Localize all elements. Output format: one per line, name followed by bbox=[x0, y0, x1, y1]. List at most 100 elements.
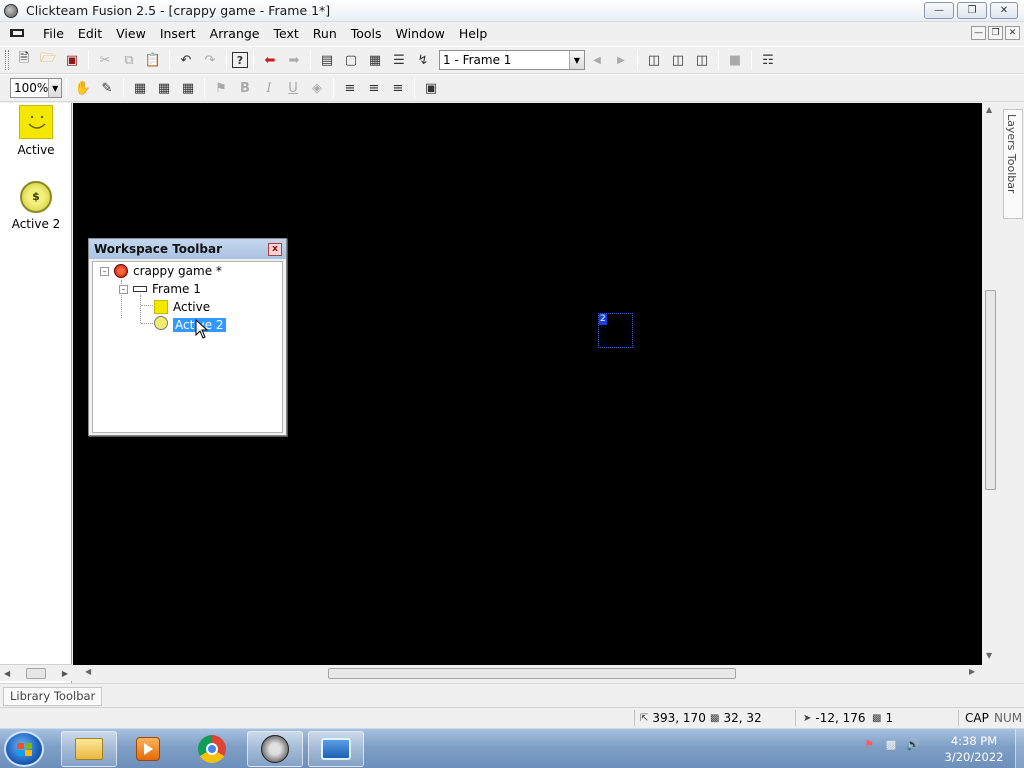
taskbar-file-explorer[interactable] bbox=[61, 731, 117, 767]
layers-toolbar-tab[interactable]: Layers Toolbar bbox=[1003, 109, 1023, 219]
library-toolbar: Library Toolbar bbox=[0, 683, 1024, 707]
storyboard-editor-icon[interactable]: ▤ bbox=[316, 49, 338, 71]
save-icon[interactable]: ▣ bbox=[61, 49, 83, 71]
frame-editor-icon[interactable]: ▢ bbox=[340, 49, 362, 71]
fusion-app-icon[interactable] bbox=[4, 3, 18, 18]
scroll-thumb[interactable] bbox=[328, 668, 736, 679]
undo-icon[interactable]: ↶ bbox=[175, 49, 197, 71]
minimize-button[interactable]: — bbox=[924, 2, 954, 19]
align-tool-icon[interactable]: ✎ bbox=[96, 77, 118, 99]
event-list-editor-icon[interactable]: ☰ bbox=[388, 49, 410, 71]
stop-icon[interactable]: ■ bbox=[724, 49, 746, 71]
scroll-down-icon[interactable]: ▼ bbox=[986, 651, 992, 660]
close-button[interactable]: ✕ bbox=[990, 2, 1018, 19]
italic-button[interactable]: I bbox=[258, 77, 280, 99]
object-active-2[interactable]: $ Active 2 bbox=[0, 181, 72, 231]
taskbar-media-player[interactable] bbox=[120, 731, 176, 767]
event-editor-icon[interactable]: ▦ bbox=[364, 49, 386, 71]
snap-to-grid-icon[interactable]: ▦ bbox=[129, 77, 151, 99]
new-icon[interactable]: 🗎 bbox=[13, 49, 35, 71]
document-close-button[interactable]: ✕ bbox=[1005, 26, 1020, 40]
underline-button[interactable]: U bbox=[282, 77, 304, 99]
build-icon[interactable]: ☶ bbox=[757, 49, 779, 71]
show-desktop-button[interactable] bbox=[1015, 729, 1024, 768]
network-icon[interactable]: ▩ bbox=[884, 737, 898, 751]
taskbar-chrome[interactable] bbox=[184, 731, 240, 767]
chevron-down-icon[interactable]: ▼ bbox=[569, 51, 584, 69]
scroll-thumb[interactable] bbox=[985, 290, 996, 490]
run-project-icon[interactable]: ◫ bbox=[691, 49, 713, 71]
object-active[interactable]: Active bbox=[0, 105, 72, 157]
tree-item-frame[interactable]: – Frame 1 bbox=[119, 280, 201, 298]
collapse-icon[interactable]: – bbox=[119, 284, 128, 294]
document-system-icon[interactable] bbox=[10, 29, 24, 37]
scroll-right-icon[interactable]: ▶ bbox=[969, 667, 975, 676]
scroll-right-icon[interactable]: ▶ bbox=[62, 669, 68, 678]
hand-icon[interactable]: ✋ bbox=[72, 77, 94, 99]
help-icon[interactable]: ? bbox=[232, 52, 248, 68]
workspace-title-bar[interactable]: Workspace Toolbar x bbox=[89, 239, 286, 259]
data-elements-icon[interactable]: ↯ bbox=[412, 49, 434, 71]
grid-setup-icon[interactable]: ▦ bbox=[177, 77, 199, 99]
menu-window[interactable]: Window bbox=[389, 26, 452, 41]
close-icon[interactable]: x bbox=[268, 242, 282, 256]
open-folder-icon[interactable]: 🗁 bbox=[37, 49, 59, 71]
redo-icon[interactable]: ↷ bbox=[199, 49, 221, 71]
scroll-up-icon[interactable]: ▲ bbox=[986, 105, 992, 114]
taskbar-window-app[interactable] bbox=[308, 731, 364, 767]
zoom-selector[interactable]: 100% ▼ bbox=[10, 78, 62, 98]
menu-insert[interactable]: Insert bbox=[153, 26, 203, 41]
paste-icon[interactable]: 📋 bbox=[142, 49, 164, 71]
scroll-left-icon[interactable]: ◀ bbox=[4, 669, 10, 678]
run-frame-icon[interactable]: ◫ bbox=[643, 49, 665, 71]
document-minimize-button[interactable]: — bbox=[971, 26, 986, 40]
menu-text[interactable]: Text bbox=[267, 26, 306, 41]
collapse-icon[interactable]: – bbox=[100, 266, 109, 276]
fit-frame-icon[interactable]: ▣ bbox=[420, 77, 442, 99]
maximize-button[interactable]: ❐ bbox=[957, 2, 987, 19]
tree-item-active-2[interactable]: Active 2 bbox=[154, 316, 226, 334]
text-font-icon[interactable]: ⚑ bbox=[210, 77, 232, 99]
bold-button[interactable]: B bbox=[234, 77, 256, 99]
align-left-icon[interactable]: ≡ bbox=[339, 77, 361, 99]
forward-arrow-icon[interactable]: ➡ bbox=[283, 49, 305, 71]
scroll-left-icon[interactable]: ◀ bbox=[85, 667, 91, 676]
chevron-down-icon[interactable]: ▼ bbox=[48, 79, 61, 97]
selected-object-placeholder[interactable]: 2 bbox=[598, 313, 633, 348]
library-toolbar-tab[interactable]: Library Toolbar bbox=[3, 687, 103, 706]
tree-item-active[interactable]: Active bbox=[154, 298, 210, 316]
frame-selector[interactable]: 1 - Frame 1 ▼ bbox=[439, 50, 585, 70]
editor-vertical-scrollbar[interactable]: ▲ ▼ bbox=[982, 103, 999, 665]
action-center-flag-icon[interactable]: ⚑ bbox=[862, 737, 876, 751]
menu-edit[interactable]: Edit bbox=[71, 26, 109, 41]
menu-view[interactable]: View bbox=[109, 26, 153, 41]
fill-color-icon[interactable]: ◈ bbox=[306, 77, 328, 99]
taskbar-clickteam-fusion[interactable] bbox=[247, 731, 303, 767]
clock[interactable]: 4:38 PM 3/20/2022 bbox=[935, 733, 1013, 765]
start-button[interactable] bbox=[4, 731, 44, 767]
coin-icon: $ bbox=[20, 181, 52, 213]
menu-tools[interactable]: Tools bbox=[344, 26, 389, 41]
tree-item-application[interactable]: – crappy game * bbox=[100, 262, 222, 280]
document-restore-button[interactable]: ❐ bbox=[988, 26, 1003, 40]
editor-horizontal-scrollbar[interactable]: ◀ ▶ bbox=[73, 665, 982, 682]
cut-icon[interactable]: ✂ bbox=[94, 49, 116, 71]
menu-run[interactable]: Run bbox=[306, 26, 344, 41]
copy-icon[interactable]: ⧉ bbox=[118, 49, 140, 71]
menu-help[interactable]: Help bbox=[452, 26, 495, 41]
menu-file[interactable]: File bbox=[36, 26, 71, 41]
align-center-icon[interactable]: ≡ bbox=[363, 77, 385, 99]
volume-icon[interactable]: 🔊 bbox=[906, 737, 920, 751]
object-panel-scrollbar[interactable]: ◀ ▶ bbox=[0, 664, 72, 681]
scroll-thumb[interactable] bbox=[26, 667, 46, 679]
back-arrow-icon[interactable]: ⬅ bbox=[259, 49, 281, 71]
toolbar-grip[interactable] bbox=[5, 50, 9, 70]
previous-frame-icon[interactable]: ◀ bbox=[586, 49, 608, 71]
next-frame-icon[interactable]: ▶ bbox=[610, 49, 632, 71]
status-position-value: 393, 170 bbox=[652, 711, 706, 725]
tree-line bbox=[141, 305, 153, 306]
show-grid-icon[interactable]: ▦ bbox=[153, 77, 175, 99]
run-application-icon[interactable]: ◫ bbox=[667, 49, 689, 71]
align-right-icon[interactable]: ≡ bbox=[387, 77, 409, 99]
menu-arrange[interactable]: Arrange bbox=[203, 26, 267, 41]
